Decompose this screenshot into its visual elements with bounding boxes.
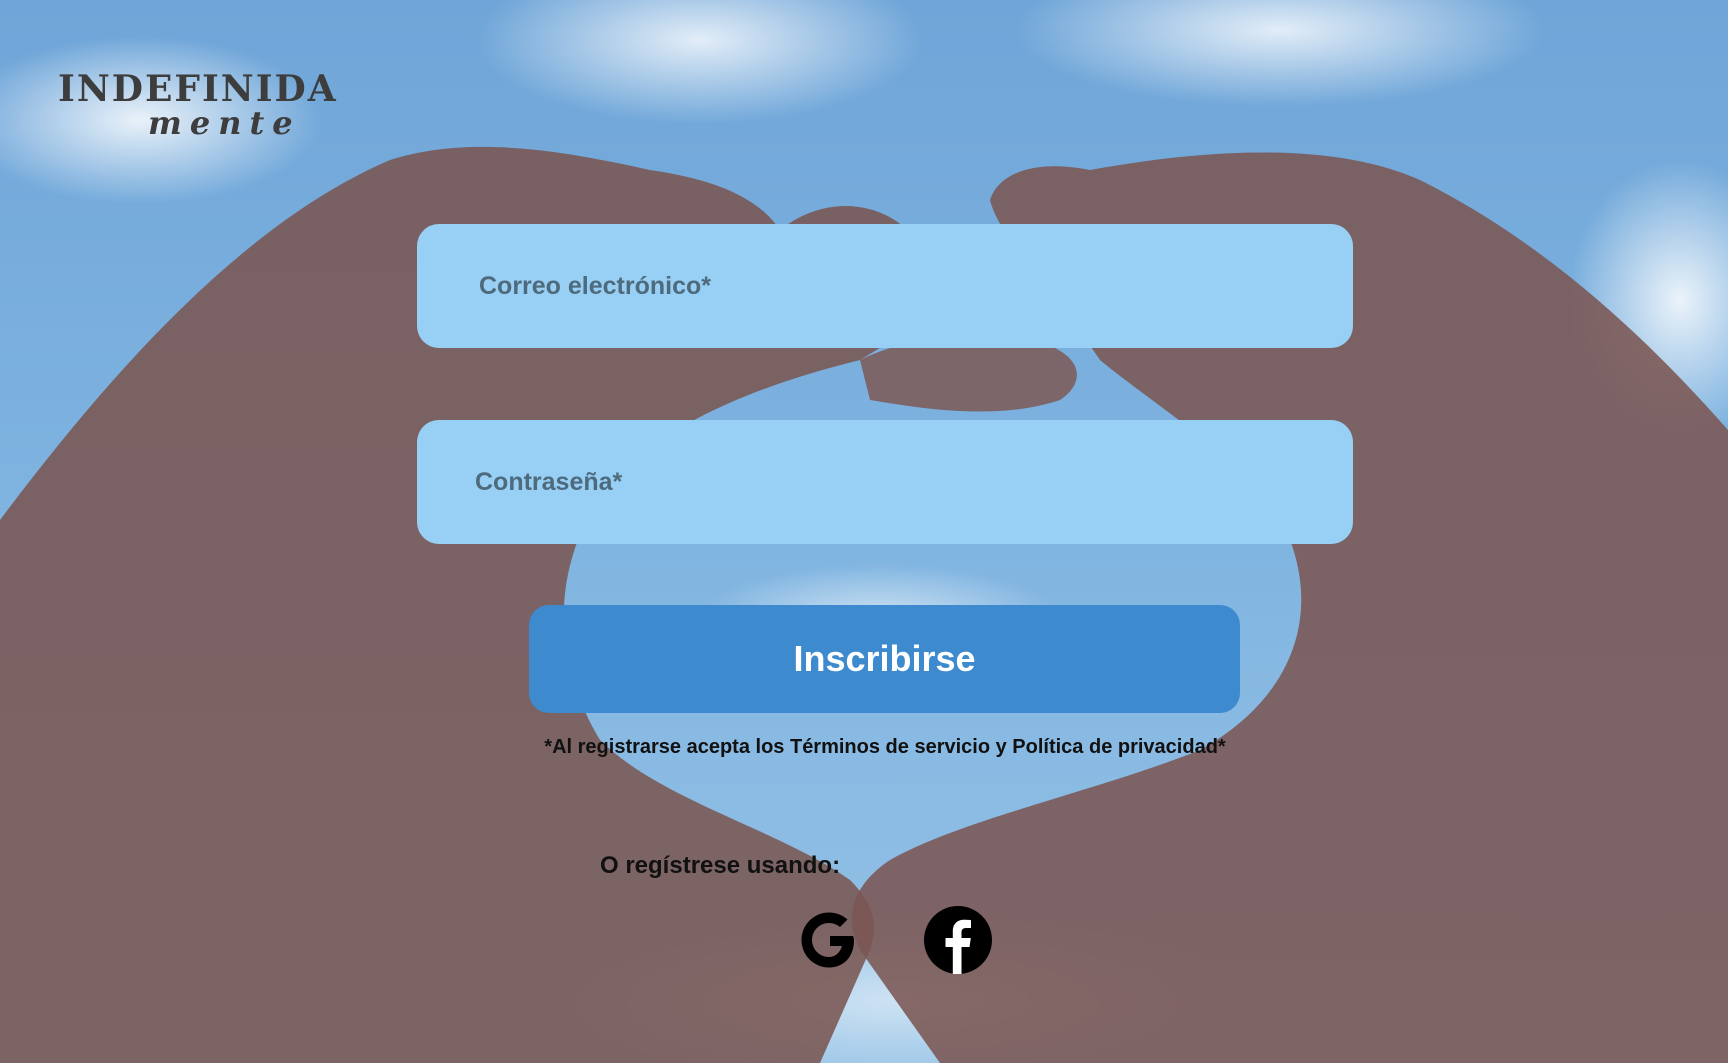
password-input[interactable] [417, 420, 1353, 544]
email-field-container [417, 224, 1353, 348]
social-signup-prompt: O regístrese usando: [600, 852, 841, 879]
facebook-icon[interactable] [924, 906, 992, 974]
email-input[interactable] [417, 224, 1353, 348]
brand-logo: INDEFINIDA mente [58, 64, 358, 144]
terms-notice: *Al registrarse acepta los Términos de s… [544, 736, 1226, 758]
password-field-container [417, 420, 1353, 544]
google-icon[interactable] [795, 906, 863, 974]
register-button[interactable]: Inscribirse [529, 605, 1240, 713]
logo-sub-text: mente [148, 104, 301, 142]
